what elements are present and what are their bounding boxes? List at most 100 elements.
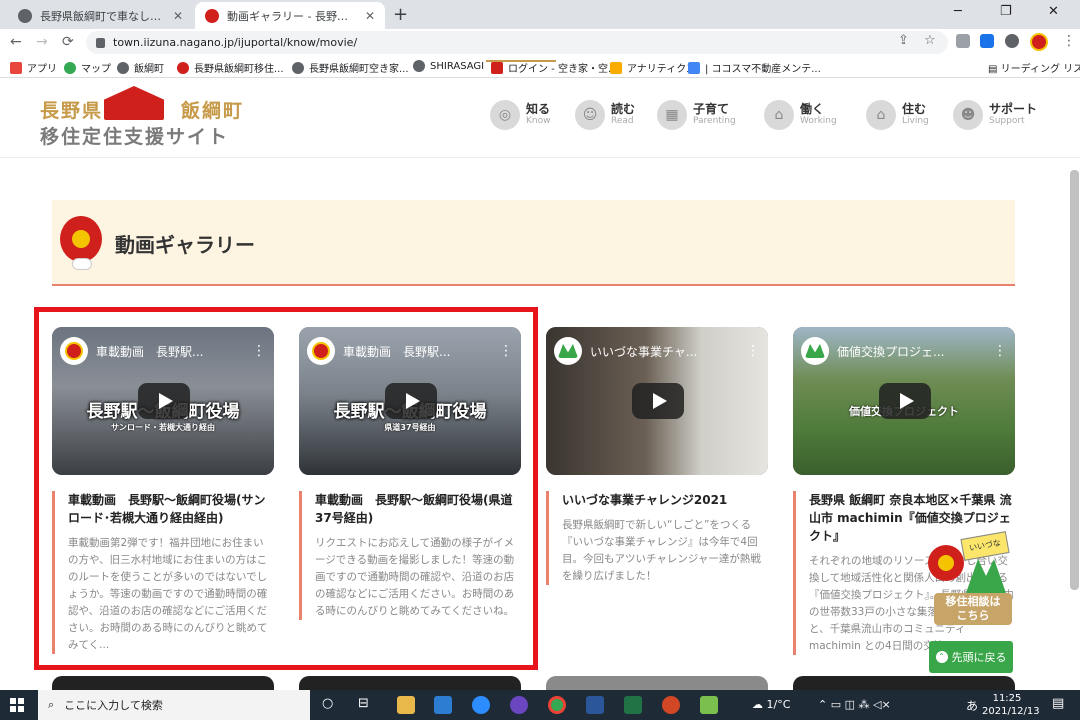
share-icon[interactable]: ⇪	[898, 33, 909, 48]
bookmark-item[interactable]: | ココスマ不動産メンテ...	[688, 60, 821, 75]
mascot-flag: いいづな	[960, 531, 1010, 561]
card-title[interactable]: いいづな事業チャレンジ2021	[562, 491, 768, 509]
search-icon: ⌕	[48, 698, 55, 711]
nav-support[interactable]: ☻ サポート Support	[953, 100, 1037, 130]
back-to-top-button[interactable]: ⌃ 先頭に戻る	[929, 641, 1013, 673]
excel-icon[interactable]	[624, 696, 642, 714]
system-tray-icons[interactable]: ⌃ ▭ ◫ ⁂ ◁×	[818, 698, 891, 711]
bookmark-item[interactable]: マップ	[64, 60, 111, 75]
channel-avatar[interactable]	[554, 337, 582, 365]
chrome-icon[interactable]	[548, 696, 566, 714]
profile-avatar[interactable]	[1030, 33, 1048, 51]
mascot-feet	[72, 258, 92, 270]
video-thumbnail[interactable]: 価値交換プロジェ... ⋮ 価値交換プロジェクト	[793, 327, 1015, 475]
globe-icon	[18, 8, 32, 23]
browser-tab[interactable]: 長野県飯綱町で車なしの生活はで ✕	[8, 2, 193, 29]
house-icon	[688, 61, 700, 74]
paint-icon[interactable]	[700, 696, 718, 714]
reader-icon: ☺	[575, 100, 605, 130]
powerpoint-icon[interactable]	[662, 696, 680, 714]
channel-avatar[interactable]	[801, 337, 829, 365]
video-thumbnail[interactable]: いいづな事業チャ... ⋮	[546, 327, 768, 475]
forward-button[interactable]: →	[36, 34, 48, 50]
webex-icon[interactable]	[510, 696, 528, 714]
browser-menu-icon[interactable]: ⋮	[1062, 33, 1076, 49]
taskbar-search-input[interactable]: ⌕ ここに入力して検索	[38, 690, 310, 720]
more-options-icon[interactable]: ⋮	[746, 343, 760, 359]
nav-living[interactable]: ⌂ 住む Living	[866, 100, 929, 130]
address-bar[interactable]: town.iizuna.nagano.jp/ijuportal/know/mov…	[86, 31, 948, 54]
bookmark-item[interactable]: アナリティクス	[610, 60, 696, 75]
scrollbar-thumb[interactable]	[1070, 170, 1079, 590]
blocks-icon: ▦	[657, 100, 687, 130]
weather-text[interactable]: ☁ 1/°C	[752, 698, 790, 711]
bookmark-item[interactable]: ログイン - 空き家・空...	[491, 60, 618, 75]
reading-list-icon: ▤	[988, 64, 1001, 75]
bookmark-item[interactable]: アプリ	[10, 60, 57, 75]
globe-icon	[292, 61, 304, 74]
apple-mascot-icon	[60, 216, 102, 262]
play-button[interactable]	[879, 383, 931, 419]
ime-indicator[interactable]: あ	[966, 697, 978, 714]
cortana-icon[interactable]: ○	[322, 696, 333, 711]
house-icon: ⌂	[866, 100, 896, 130]
new-tab-button[interactable]: +	[393, 4, 408, 25]
bookmark-item[interactable]: 長野県飯綱町空き家...	[292, 60, 409, 75]
browser-toolbar: ← → ⟳ town.iizuna.nagano.jp/ijuportal/kn…	[0, 29, 1080, 56]
reading-list-button[interactable]: ▤ リーディング リスト	[988, 60, 1080, 75]
notification-icon[interactable]: ▤	[1052, 696, 1064, 711]
back-button[interactable]: ←	[10, 34, 22, 50]
apps-icon	[10, 61, 22, 74]
camera-extension-icon[interactable]	[956, 34, 970, 48]
file-explorer-icon[interactable]	[397, 696, 415, 714]
map-pin-icon	[64, 61, 76, 74]
puzzle-extension-icon[interactable]	[1005, 34, 1019, 48]
bookmark-star-icon[interactable]: ☆	[924, 33, 936, 48]
minimize-button[interactable]: ─	[954, 4, 962, 19]
windows-start-icon[interactable]	[10, 698, 24, 712]
bookmark-item[interactable]: 飯綱町	[117, 60, 164, 75]
apple-mascot-icon	[177, 61, 189, 74]
site-logo-subtitle: 移住定住支援サイト	[40, 126, 230, 148]
reload-button[interactable]: ⟳	[62, 34, 74, 50]
video-card-next-row[interactable]	[52, 676, 274, 690]
close-icon[interactable]: ✕	[365, 9, 375, 23]
bookmark-item[interactable]: 長野県飯綱町移住...	[177, 60, 284, 75]
bookmark-item[interactable]: SHIRASAGI	[413, 60, 484, 72]
lock-icon	[96, 37, 105, 48]
nav-active-indicator	[486, 60, 556, 62]
video-card-next-row[interactable]	[299, 676, 521, 690]
video-title: いいづな事業チャ...	[590, 344, 698, 359]
play-button[interactable]	[632, 383, 684, 419]
browser-tabbar: 長野県飯綱町で車なしの生活はで ✕ 動画ギャラリー - 長野県飯綱町移住 ✕ +…	[0, 0, 1080, 29]
mountain-icon	[966, 559, 1006, 593]
magnifier-icon: ◎	[490, 100, 520, 130]
windows-taskbar: ⌕ ここに入力して検索 ○ ⊟ ☁ 1/°C ⌃ ▭ ◫ ⁂ ◁× あ 11:2…	[0, 690, 1080, 720]
download-extension-icon[interactable]	[980, 34, 994, 48]
nav-read[interactable]: ☺ 読む Read	[575, 100, 635, 130]
house-icon	[491, 61, 503, 74]
task-view-icon[interactable]: ⊟	[358, 696, 369, 711]
video-card-next-row[interactable]	[546, 676, 768, 690]
video-card[interactable]: いいづな事業チャ... ⋮ いいづな事業チャレンジ2021 長野県飯綱町で新しい…	[546, 327, 768, 585]
browser-tab-active[interactable]: 動画ギャラリー - 長野県飯綱町移住 ✕	[195, 2, 385, 29]
highlight-box	[34, 307, 538, 670]
video-card-next-row[interactable]	[793, 676, 1015, 690]
desk-icon: ⌂	[764, 100, 794, 130]
page-title: 動画ギャラリー	[115, 233, 255, 257]
nav-working[interactable]: ⌂ 働く Working	[764, 100, 837, 130]
tab-title: 動画ギャラリー - 長野県飯綱町移住	[227, 9, 359, 23]
maximize-button[interactable]: ❐	[1000, 4, 1012, 19]
nav-know[interactable]: ◎ 知る Know	[490, 100, 550, 130]
zoom-icon[interactable]	[472, 696, 490, 714]
taskbar-clock[interactable]: 11:25 2021/12/13	[982, 692, 1040, 718]
apple-mascot-icon	[928, 545, 964, 581]
close-icon[interactable]: ✕	[173, 9, 183, 23]
nav-parenting[interactable]: ▦ 子育て Parenting	[657, 100, 736, 130]
word-icon[interactable]	[586, 696, 604, 714]
mail-icon[interactable]	[434, 696, 452, 714]
more-options-icon[interactable]: ⋮	[993, 343, 1007, 359]
site-logo[interactable]: 長野県 飯綱町	[40, 96, 244, 123]
close-window-button[interactable]: ✕	[1048, 4, 1059, 19]
migration-consult-button[interactable]: いいづな 移住相談は こちら	[926, 531, 1016, 627]
